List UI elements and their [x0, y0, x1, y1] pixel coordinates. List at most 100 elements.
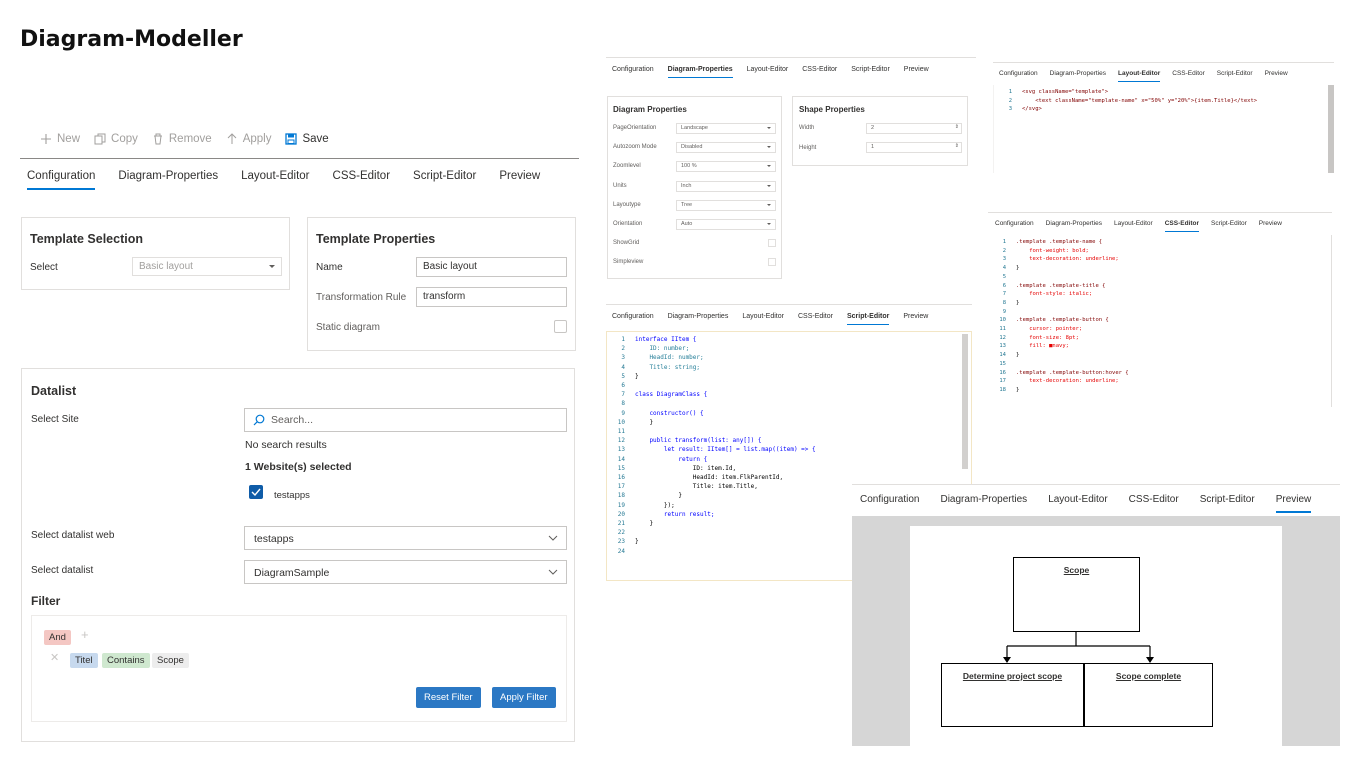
tab-preview[interactable]: Preview [499, 170, 540, 190]
line-number: 3 [1002, 256, 1006, 263]
filter-field-chip[interactable]: Titel [70, 653, 98, 668]
editor-scrollbar[interactable] [962, 334, 968, 469]
tab-diagram-properties[interactable]: Diagram-Properties [1050, 70, 1106, 82]
template-select-value: Basic layout [139, 261, 193, 272]
property-checkbox[interactable] [768, 239, 776, 248]
width-input[interactable]: 2 ⇕ [866, 123, 962, 134]
copy-button[interactable]: Copy [94, 133, 138, 145]
apply-button[interactable]: Apply [226, 133, 271, 145]
tab-preview[interactable]: Preview [1265, 70, 1288, 82]
property-dropdown[interactable]: Tree [676, 199, 776, 211]
site-checkbox[interactable] [249, 485, 263, 499]
tab-configuration[interactable]: Configuration [612, 66, 654, 78]
filter-value-chip[interactable]: Scope [152, 653, 189, 668]
line-number: 24 [617, 547, 625, 555]
reset-filter-button[interactable]: Reset Filter [416, 687, 481, 708]
tab-layout-editor[interactable]: Layout-Editor [742, 313, 784, 325]
tab-css-editor[interactable]: CSS-Editor [1129, 494, 1179, 513]
property-dropdown[interactable]: Landscape [676, 123, 776, 134]
chevron-down-icon [548, 535, 558, 541]
plus-icon [41, 134, 51, 144]
property-checkbox[interactable] [768, 258, 776, 267]
line-number: 20 [617, 510, 625, 518]
diagram-node-root-label: Scope [1063, 565, 1090, 575]
spin-icon[interactable]: ⇕ [955, 124, 959, 130]
tab-layout-editor[interactable]: Layout-Editor [241, 170, 309, 190]
property-dropdown[interactable]: Inch [676, 180, 776, 192]
tab-configuration[interactable]: Configuration [27, 170, 96, 190]
code-text: .template .template-title { [1016, 282, 1106, 289]
apply-filter-button[interactable]: Apply Filter [492, 687, 556, 708]
tab-css-editor[interactable]: CSS-Editor [333, 170, 391, 190]
remove-condition-icon[interactable]: ✕ [50, 651, 59, 664]
static-diagram-checkbox[interactable] [554, 320, 567, 333]
code-line: 4} [988, 264, 1129, 273]
tab-css-editor[interactable]: CSS-Editor [802, 66, 837, 78]
tab-preview[interactable]: Preview [1259, 220, 1282, 232]
line-number: 16 [617, 474, 625, 482]
preview-canvas[interactable]: Scope Determine project scope Scope comp… [852, 516, 1340, 746]
tab-layout-editor[interactable]: Layout-Editor [1114, 220, 1153, 232]
code-text: } [635, 520, 654, 528]
height-input[interactable]: 1 ⇕ [866, 142, 962, 153]
tab-layout-editor[interactable]: Layout-Editor [747, 66, 789, 78]
tab-preview[interactable]: Preview [904, 66, 929, 78]
tab-preview[interactable]: Preview [1275, 494, 1311, 513]
save-button[interactable]: Save [285, 133, 329, 145]
property-dropdown[interactable]: Auto [676, 219, 776, 230]
add-condition-icon[interactable]: + [81, 627, 89, 642]
tab-configuration[interactable]: Configuration [612, 313, 654, 325]
chevron-down-icon [269, 265, 275, 268]
name-input[interactable]: Basic layout [416, 257, 567, 277]
code-text: } [635, 538, 639, 546]
tab-configuration[interactable]: Configuration [999, 70, 1038, 82]
tab-script-editor[interactable]: Script-Editor [1211, 220, 1247, 232]
tab-css-editor[interactable]: CSS-Editor [1172, 70, 1205, 82]
editor-scrollbar[interactable] [1328, 85, 1334, 173]
property-dropdown[interactable]: Disabled [676, 142, 776, 154]
tab-configuration[interactable]: Configuration [860, 494, 919, 513]
tab-preview[interactable]: Preview [903, 313, 928, 325]
remove-button[interactable]: Remove [152, 133, 212, 145]
and-operator-chip[interactable]: And [44, 630, 71, 645]
code-text: return { [635, 455, 708, 463]
tab-diagram-properties[interactable]: Diagram-Properties [118, 170, 218, 190]
datalist-dropdown[interactable]: DiagramSample [244, 560, 567, 584]
tab-script-editor[interactable]: Script-Editor [413, 170, 476, 190]
tab-script-editor[interactable]: Script-Editor [851, 66, 890, 78]
diagram-node-child[interactable]: Scope complete [1084, 663, 1213, 727]
diagram-node-child[interactable]: Determine project scope [941, 663, 1084, 727]
layout-code-editor[interactable]: 1 <svg className="template"> 2 <text class… [993, 85, 1334, 173]
property-dropdown[interactable]: 100 % [676, 161, 776, 173]
transformation-rule-input[interactable]: transform [416, 287, 567, 307]
chevron-down-icon [767, 223, 771, 225]
line-number: 6 [1002, 282, 1006, 289]
site-search-box[interactable]: Search... [244, 408, 567, 432]
tab-script-editor[interactable]: Script-Editor [1217, 70, 1253, 82]
datalist-web-dropdown[interactable]: testapps [244, 526, 567, 550]
tab-css-editor[interactable]: CSS-Editor [1164, 220, 1200, 232]
template-select[interactable]: Basic layout [132, 257, 282, 276]
code-text: } [1016, 299, 1020, 306]
tab-diagram-properties[interactable]: Diagram-Properties [667, 66, 733, 78]
tab-script-editor[interactable]: Script-Editor [1200, 494, 1255, 513]
diagram-node-root[interactable]: Scope [1013, 557, 1140, 632]
toolbar-divider [20, 158, 579, 159]
tab-diagram-properties[interactable]: Diagram-Properties [668, 313, 729, 325]
height-value: 1 [871, 144, 875, 150]
code-text: font-weight: bold; [1016, 247, 1089, 254]
tab-layout-editor[interactable]: Layout-Editor [1048, 494, 1107, 513]
spin-icon[interactable]: ⇕ [955, 143, 959, 149]
tab-css-editor[interactable]: CSS-Editor [798, 313, 833, 325]
line-number: 11 [617, 428, 625, 436]
tab-diagram-properties[interactable]: Diagram-Properties [1046, 220, 1102, 232]
new-button[interactable]: New [40, 133, 80, 145]
tab-script-editor[interactable]: Script-Editor [846, 313, 890, 325]
line-number: 2 [1002, 247, 1006, 254]
css-code-editor[interactable]: 1 .template .template-name {2 font-weight… [988, 235, 1332, 407]
line-number: 8 [1002, 299, 1006, 306]
tab-configuration[interactable]: Configuration [995, 220, 1034, 232]
tab-layout-editor[interactable]: Layout-Editor [1118, 70, 1161, 82]
tab-diagram-properties[interactable]: Diagram-Properties [940, 494, 1027, 513]
filter-condition-chip[interactable]: Contains [102, 653, 150, 668]
